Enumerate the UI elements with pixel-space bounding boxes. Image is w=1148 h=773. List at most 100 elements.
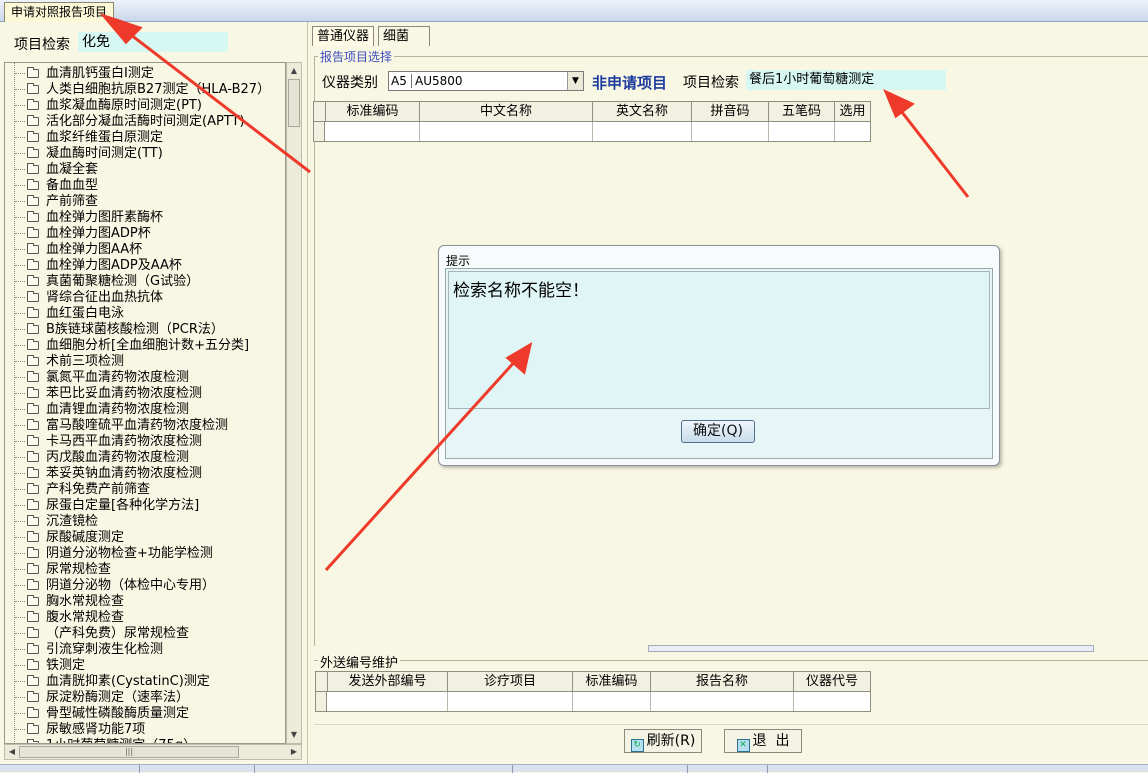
exit-button[interactable]: ✕ 退 出	[724, 729, 802, 753]
column-header[interactable]: 五笔码	[768, 102, 834, 121]
tree-item[interactable]: 丙戊酸血清药物浓度检测	[15, 450, 189, 466]
grid-cell-divider	[834, 122, 835, 141]
tree-item[interactable]: 苯巴比妥血清药物浓度检测	[15, 386, 202, 402]
folder-icon	[27, 627, 39, 638]
tree-guide-line	[14, 62, 15, 744]
tree-item[interactable]: 富马酸喹硫平血清药物浓度检测	[15, 418, 228, 434]
folder-icon	[27, 211, 39, 222]
tree-item[interactable]: 铁测定	[15, 658, 85, 674]
tree-item[interactable]: 血细胞分析[全血细胞计数+五分类]	[15, 338, 249, 354]
table-row[interactable]	[315, 692, 871, 712]
column-header[interactable]: 选用	[834, 102, 870, 121]
column-header[interactable]: 发送外部编号	[327, 672, 447, 691]
dialog-message-box: 检索名称不能空！	[448, 271, 990, 409]
column-header[interactable]: 英文名称	[592, 102, 691, 121]
column-header[interactable]: 拼音码	[691, 102, 768, 121]
window-tab[interactable]: 申请对照报告项目	[4, 2, 115, 22]
tree-item[interactable]: 阴道分泌物检查+功能学检测	[15, 546, 213, 562]
tree-item[interactable]: 骨型碱性磷酸酶质量测定	[15, 706, 189, 722]
column-header[interactable]: 诊疗项目	[447, 672, 572, 691]
tree-item-label: 尿常规检查	[46, 562, 112, 577]
tree-item[interactable]: （产科免费）尿常规检查	[15, 626, 189, 642]
tree-item-label: 血栓弹力图AA杯	[46, 242, 143, 257]
folder-icon	[27, 675, 39, 686]
tab-bacteria[interactable]: 细菌	[378, 26, 430, 46]
tree-item[interactable]: 凝血酶时间测定(TT)	[15, 146, 163, 162]
tree-item[interactable]: 人类白细胞抗原B27测定（HLA-B27）	[15, 82, 270, 98]
row-indicator[interactable]	[314, 122, 325, 141]
tab-normal-instrument[interactable]: 普通仪器	[312, 26, 375, 46]
tree-item[interactable]: 血浆纤维蛋白原测定	[15, 130, 163, 146]
tree-connector	[15, 233, 25, 234]
folder-icon	[27, 275, 39, 286]
refresh-button[interactable]: ↻ 刷新(R)	[624, 729, 702, 753]
panel-splitter[interactable]	[648, 645, 1094, 652]
tree-item[interactable]: 产前筛查	[15, 194, 98, 210]
grid-cell-divider	[768, 122, 769, 141]
tree-item-label: 产前筛查	[46, 194, 99, 209]
column-header[interactable]: 报告名称	[650, 672, 793, 691]
scroll-down-icon[interactable]: ▼	[287, 728, 301, 742]
folder-icon	[27, 659, 39, 670]
tree-vertical-scrollbar[interactable]: ▲ ▼	[286, 62, 302, 744]
tree-item[interactable]: B族链球菌核酸检测（PCR法）	[15, 322, 224, 338]
tree-item[interactable]: 血栓弹力图肝素酶杯	[15, 210, 163, 226]
tree-item[interactable]: 血清肌钙蛋白I测定	[15, 66, 154, 82]
chevron-down-icon[interactable]: ▼	[567, 72, 583, 90]
tree-item[interactable]: 血浆凝血酶原时间测定(PT)	[15, 98, 202, 114]
tree-connector	[15, 153, 25, 154]
tree-item[interactable]: 血栓弹力图ADP杯	[15, 226, 151, 242]
table-row[interactable]	[313, 122, 871, 142]
tree-item[interactable]: 真菌葡聚糖检测（G试验）	[15, 274, 199, 290]
folder-icon	[27, 483, 39, 494]
tree-item[interactable]: 沉渣镜检	[15, 514, 98, 530]
tree-item-label: 沉渣镜检	[46, 514, 99, 529]
tree-item[interactable]: 阴道分泌物（体检中心专用）	[15, 578, 215, 594]
tree-horizontal-scrollbar[interactable]: ◀ ||| ▶	[4, 744, 302, 760]
row-indicator[interactable]	[316, 692, 327, 711]
tree-item[interactable]: 血清胱抑素(CystatinC)测定	[15, 674, 210, 690]
project-search-label: 项目检索	[683, 75, 739, 91]
tree-item[interactable]: 血红蛋白电泳	[15, 306, 124, 322]
tree-item[interactable]: 术前三项检测	[15, 354, 124, 370]
tree-item[interactable]: 尿酸碱度测定	[15, 530, 124, 546]
tree-item[interactable]: 尿淀粉酶测定（速率法）	[15, 690, 189, 706]
horizontal-scroll-thumb[interactable]: |||	[19, 746, 239, 758]
tree-item[interactable]: 血清锂血清药物浓度检测	[15, 402, 189, 418]
tree-item[interactable]: 肾综合征出血热抗体	[15, 290, 163, 306]
tree-connector	[15, 729, 25, 730]
column-header[interactable]: 标准编码	[572, 672, 650, 691]
tree-item[interactable]: 腹水常规检查	[15, 610, 124, 626]
refresh-button-label: 刷新(R)	[646, 733, 696, 749]
tree-item[interactable]: 尿敏感肾功能7项	[15, 722, 145, 738]
tree-item-label: 产科免费产前筛查	[46, 482, 151, 497]
tree-item[interactable]: 备血血型	[15, 178, 98, 194]
instrument-category-select[interactable]: A5 AU5800 ▼	[388, 71, 584, 91]
tree-item[interactable]: 血栓弹力图AA杯	[15, 242, 142, 258]
tree-item[interactable]: 尿蛋白定量[各种化学方法]	[15, 498, 199, 514]
scroll-left-icon[interactable]: ◀	[5, 745, 19, 759]
tree-item[interactable]: 产科免费产前筛查	[15, 482, 150, 498]
left-search-input[interactable]: 化免	[78, 32, 228, 52]
tree-item[interactable]: 活化部分凝血活酶时间测定(APTT)	[15, 114, 245, 130]
ok-button[interactable]: 确定(Q)	[681, 420, 755, 443]
project-tree[interactable]: 血清肌钙蛋白I测定 人类白细胞抗原B27测定（HLA-B27） 血浆凝血酶原时间测定…	[4, 62, 286, 744]
tree-item[interactable]: 血栓弹力图ADP及AA杯	[15, 258, 182, 274]
scroll-right-icon[interactable]: ▶	[287, 745, 301, 759]
project-search-input[interactable]: 餐后1小时葡萄糖测定	[746, 70, 946, 90]
column-header[interactable]: 标准编码	[325, 102, 419, 121]
column-header[interactable]: 中文名称	[419, 102, 592, 121]
tree-item[interactable]: 胸水常规检查	[15, 594, 124, 610]
scroll-up-icon[interactable]: ▲	[287, 64, 301, 78]
grid-cell-divider	[592, 122, 593, 141]
vertical-scroll-thumb[interactable]	[288, 79, 300, 127]
tree-item[interactable]: 氯氮平血清药物浓度检测	[15, 370, 189, 386]
tree-item[interactable]: 引流穿刺液生化检测	[15, 642, 163, 658]
tree-item-label: B族链球菌核酸检测（PCR法）	[46, 322, 224, 337]
tree-item[interactable]: 苯妥英钠血清药物浓度检测	[15, 466, 202, 482]
tree-item[interactable]: 尿常规检查	[15, 562, 111, 578]
tree-item[interactable]: 卡马西平血清药物浓度检测	[15, 434, 202, 450]
tree-item[interactable]: 血凝全套	[15, 162, 98, 178]
column-header[interactable]: 仪器代号	[793, 672, 870, 691]
dialog-message: 检索名称不能空！	[453, 281, 589, 301]
